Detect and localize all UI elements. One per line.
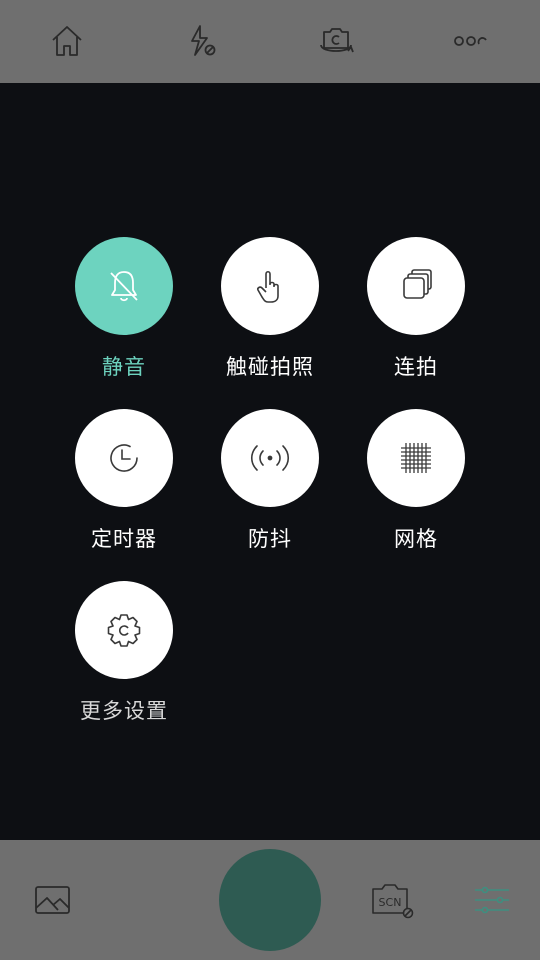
top-toolbar xyxy=(0,0,540,83)
timer-button[interactable] xyxy=(75,409,173,507)
gallery-icon[interactable] xyxy=(28,875,78,925)
shutter-button[interactable] xyxy=(219,849,321,951)
scene-off-icon[interactable]: SCN xyxy=(367,875,417,925)
option-label: 更多设置 xyxy=(80,699,168,723)
timer-clock-icon xyxy=(110,444,138,472)
option-label: 触碰拍照 xyxy=(226,355,314,379)
option-grid[interactable]: 网格 xyxy=(343,409,489,569)
option-mute[interactable]: 静音 xyxy=(51,237,197,397)
option-label: 防抖 xyxy=(248,527,292,551)
grid-button[interactable] xyxy=(367,409,465,507)
burst-button[interactable] xyxy=(367,237,465,335)
switch-camera-icon[interactable] xyxy=(315,20,357,62)
option-label: 网格 xyxy=(394,527,438,551)
touch-capture-button[interactable] xyxy=(221,237,319,335)
more-icon[interactable] xyxy=(450,20,492,62)
stabilization-button[interactable] xyxy=(221,409,319,507)
camera-options-panel: 静音 触碰拍照 连拍 定时器 防抖 网格 更多设置 xyxy=(0,83,540,840)
option-stabilization[interactable]: 防抖 xyxy=(197,409,343,569)
option-burst[interactable]: 连拍 xyxy=(343,237,489,397)
settings-sliders-icon[interactable] xyxy=(467,875,517,925)
option-label: 连拍 xyxy=(394,355,438,379)
option-touch-capture[interactable]: 触碰拍照 xyxy=(197,237,343,397)
option-label: 定时器 xyxy=(91,527,157,551)
mute-button[interactable] xyxy=(75,237,173,335)
flash-off-icon[interactable] xyxy=(180,20,222,62)
more-settings-button[interactable] xyxy=(75,581,173,679)
option-timer[interactable]: 定时器 xyxy=(51,409,197,569)
svg-text:SCN: SCN xyxy=(379,896,402,909)
home-icon[interactable] xyxy=(46,20,88,62)
burst-stack-icon xyxy=(403,269,432,299)
bottom-toolbar: SCN xyxy=(0,840,540,960)
grid-icon xyxy=(401,443,431,473)
stabilization-icon xyxy=(250,445,290,471)
option-more-settings[interactable]: 更多设置 xyxy=(51,581,197,741)
settings-gear-icon xyxy=(107,614,141,647)
mute-bell-icon xyxy=(110,271,138,302)
option-label: 静音 xyxy=(102,355,146,379)
touch-hand-icon xyxy=(257,270,279,303)
